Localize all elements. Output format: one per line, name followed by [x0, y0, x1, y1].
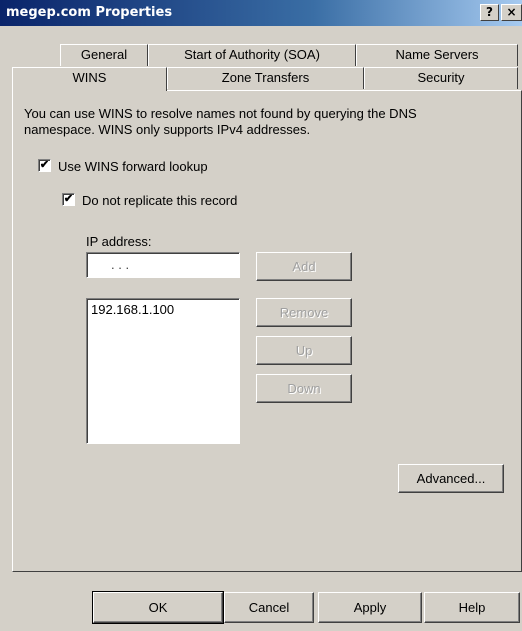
window-title: megep.com Properties [6, 5, 173, 20]
no-replicate-checkbox[interactable]: ✔ [62, 193, 75, 206]
advanced-button[interactable]: Advanced... [398, 464, 504, 493]
help-icon[interactable]: ? [480, 4, 499, 21]
apply-button[interactable]: Apply [318, 592, 422, 623]
down-button[interactable]: Down [256, 374, 352, 403]
cancel-button[interactable]: Cancel [224, 592, 314, 623]
tab-wins[interactable]: WINS [12, 67, 167, 91]
description-line-2: namespace. WINS only supports IPv4 addre… [24, 122, 311, 137]
no-replicate-label: Do not replicate this record [82, 193, 238, 208]
ip-address-label: IP address: [86, 234, 152, 249]
tab-security[interactable]: Security [364, 67, 518, 89]
use-wins-checkbox[interactable]: ✔ [38, 159, 51, 172]
use-wins-label: Use WINS forward lookup [58, 159, 208, 174]
remove-button[interactable]: Remove [256, 298, 352, 327]
tab-name-servers[interactable]: Name Servers [356, 44, 518, 66]
ip-address-input[interactable]: . . . [86, 252, 240, 278]
description-line-1: You can use WINS to resolve names not fo… [24, 106, 417, 121]
ip-list[interactable]: 192.168.1.100 [86, 298, 240, 444]
add-button[interactable]: Add [256, 252, 352, 281]
tab-zone-transfers[interactable]: Zone Transfers [167, 67, 364, 89]
list-item[interactable]: 192.168.1.100 [87, 299, 239, 317]
tab-soa[interactable]: Start of Authority (SOA) [148, 44, 356, 66]
close-icon[interactable]: × [501, 4, 522, 21]
help-button[interactable]: Help [424, 592, 520, 623]
up-button[interactable]: Up [256, 336, 352, 365]
ok-button[interactable]: OK [92, 591, 224, 624]
tab-general[interactable]: General [60, 44, 148, 66]
